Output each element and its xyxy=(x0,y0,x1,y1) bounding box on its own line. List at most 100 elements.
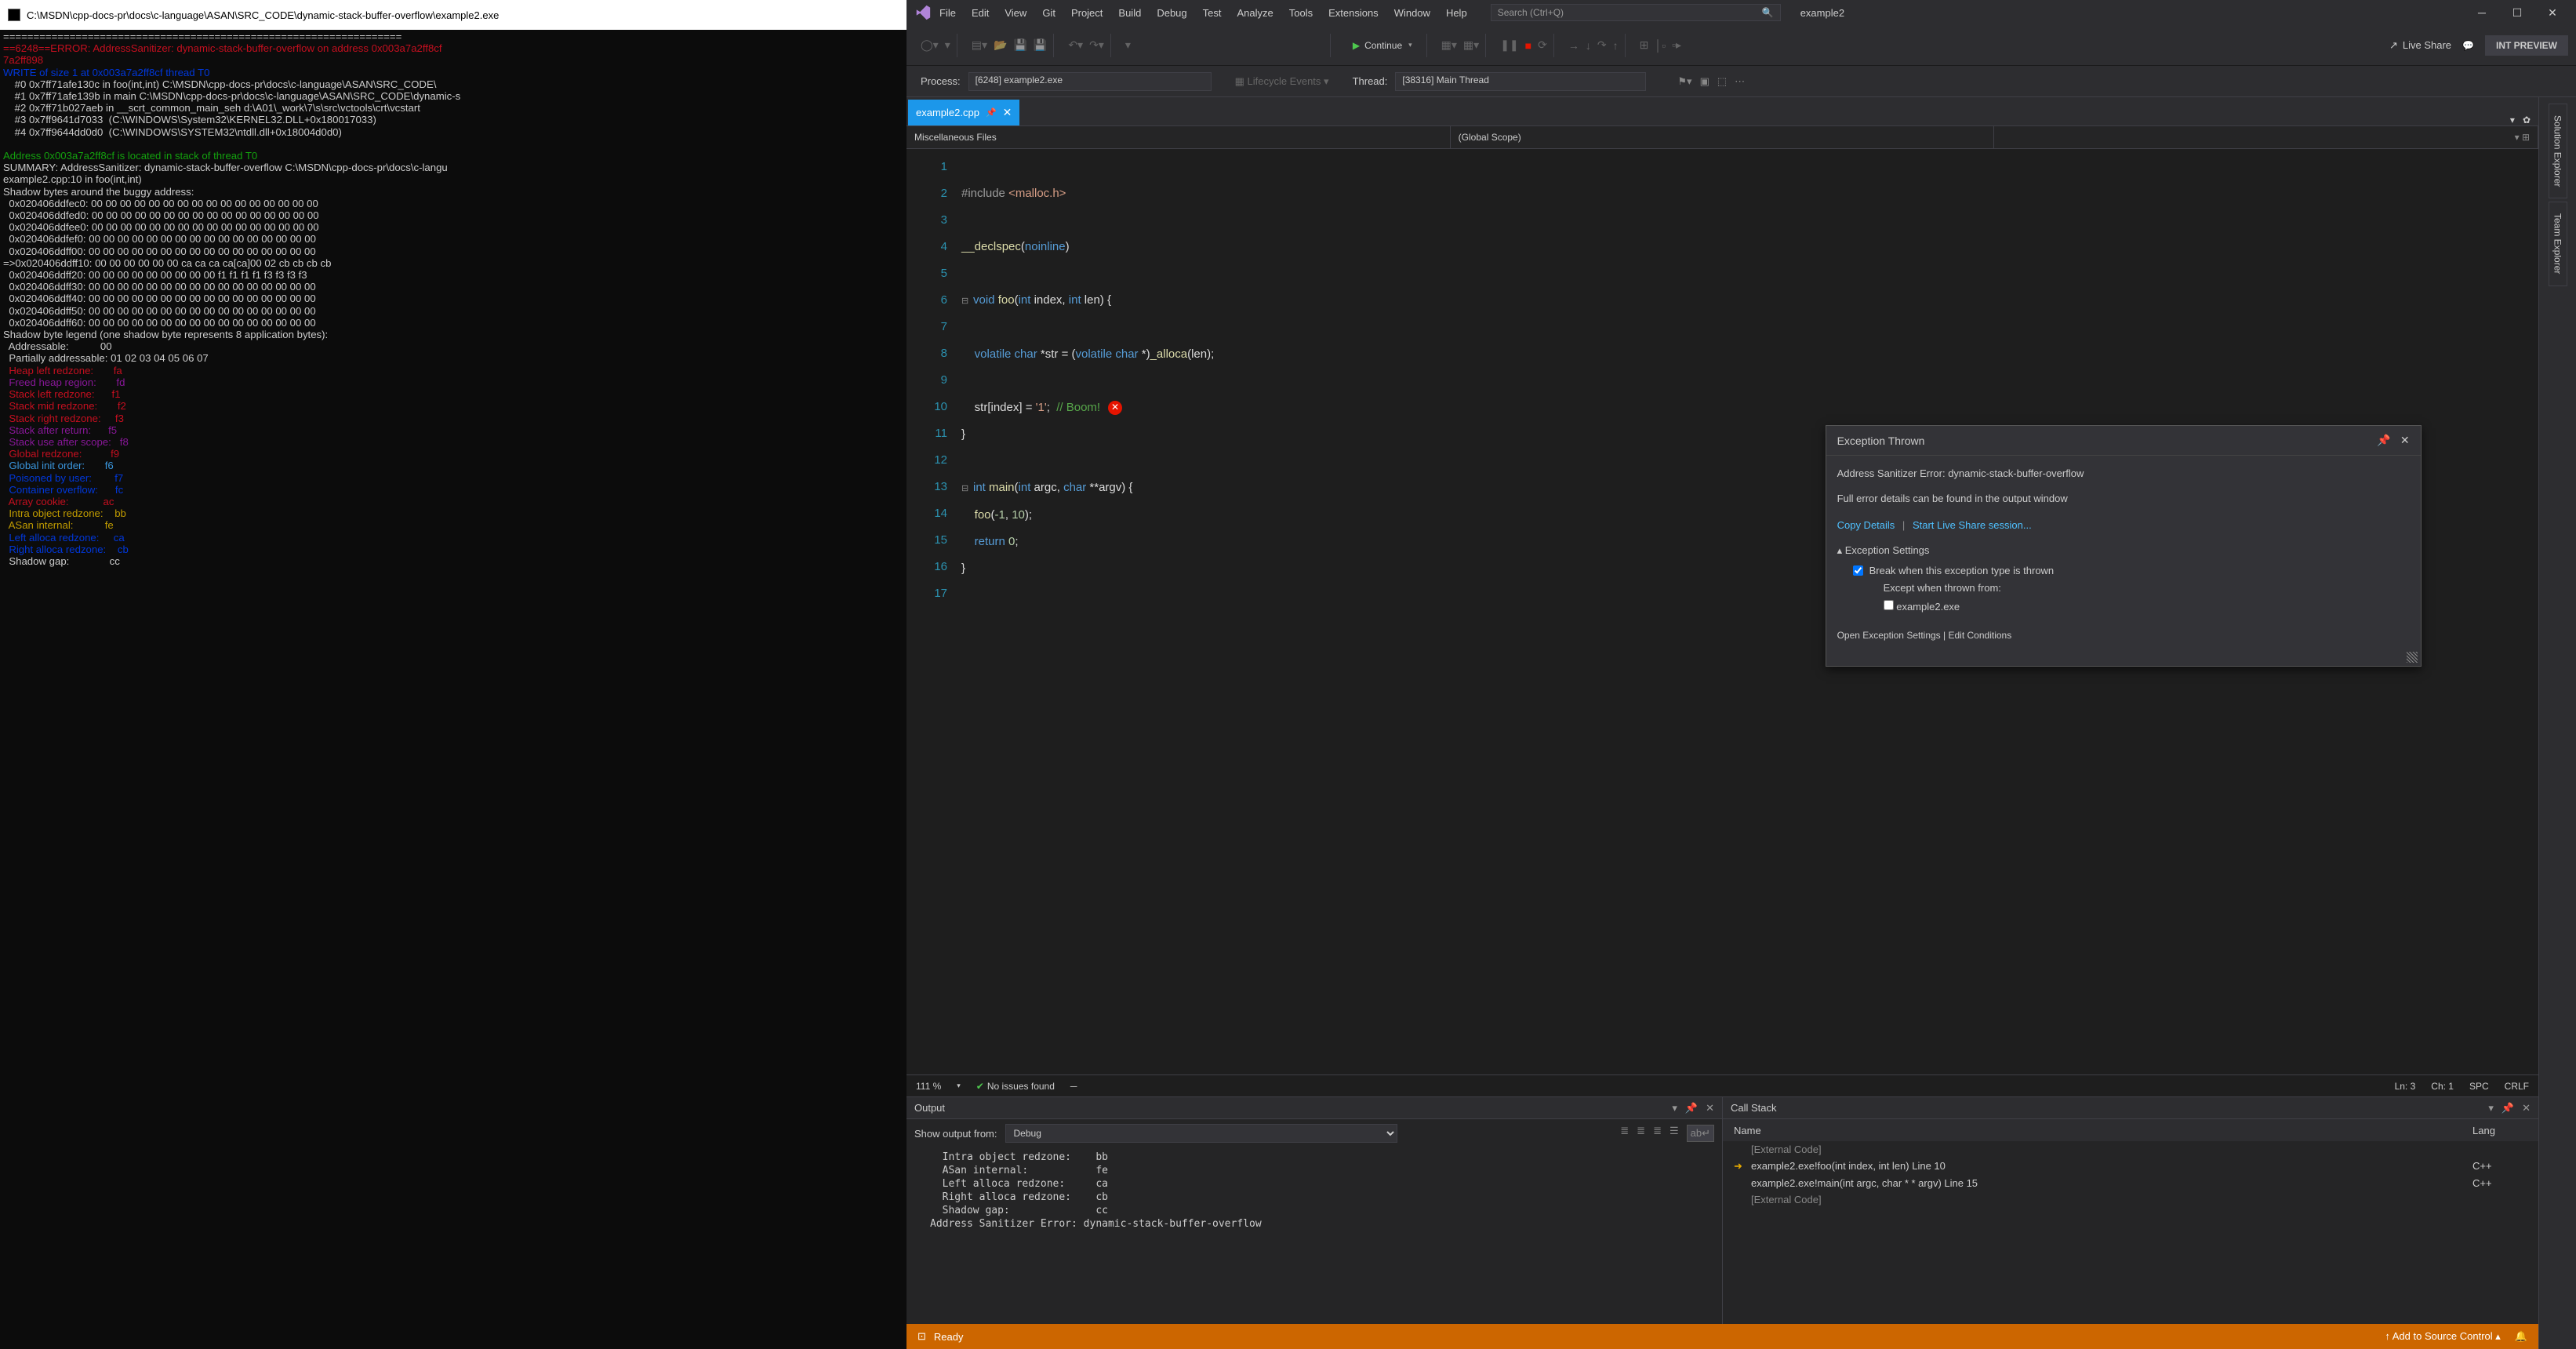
lineending-indicator: CRLF xyxy=(2505,1081,2529,1092)
open-icon[interactable]: 📂 xyxy=(994,38,1007,52)
exception-settings-header[interactable]: ▴ Exception Settings xyxy=(1837,542,2410,559)
pause-button[interactable]: ❚❚ xyxy=(1500,38,1518,52)
menu-window[interactable]: Window xyxy=(1394,7,1430,19)
out-tool-4[interactable]: ☰ xyxy=(1669,1125,1679,1142)
out-tool-3[interactable]: ≣ xyxy=(1653,1125,1662,1142)
save-all-icon[interactable]: 💾 xyxy=(1034,38,1047,52)
vs-statusbar: ⊡ Ready ↑ Add to Source Control ▴ 🔔 xyxy=(907,1324,2538,1349)
stop-button[interactable]: ■ xyxy=(1525,39,1531,52)
nav-member-dropdown[interactable]: ▾ ⊞ xyxy=(1994,126,2538,148)
debug-target-icon[interactable]: ▦▾ xyxy=(1441,38,1457,52)
source-control-button[interactable]: ↑ Add to Source Control ▴ xyxy=(2385,1330,2500,1343)
menu-help[interactable]: Help xyxy=(1446,7,1467,19)
menu-git[interactable]: Git xyxy=(1042,7,1055,19)
vs-search-box[interactable]: Search (Ctrl+Q) 🔍 xyxy=(1491,4,1781,21)
tab-settings-icon[interactable]: ✿ xyxy=(2523,115,2531,125)
tab-close-icon[interactable]: ✕ xyxy=(1003,106,1012,119)
tool-icon-1[interactable]: ⊞ xyxy=(1640,38,1649,52)
search-placeholder: Search (Ctrl+Q) xyxy=(1498,7,1564,18)
callstack-row[interactable]: example2.exe!main(int argc, char * * arg… xyxy=(1723,1175,2538,1191)
tool-icon-3[interactable]: ▫▸ xyxy=(1672,38,1681,52)
panel-dropdown-icon[interactable]: ▾ xyxy=(1672,1102,1677,1114)
copy-details-link[interactable]: Copy Details xyxy=(1837,519,1895,531)
cs-pin-icon[interactable]: 📌 xyxy=(2502,1102,2514,1114)
open-exception-settings-link[interactable]: Open Exception Settings xyxy=(1837,630,1941,641)
debug-windows-icon[interactable]: ▦▾ xyxy=(1463,38,1479,52)
cs-close-icon[interactable]: ✕ xyxy=(2522,1102,2531,1114)
solution-explorer-tab[interactable]: Solution Explorer xyxy=(2549,104,2567,198)
console-output: ========================================… xyxy=(0,30,907,1349)
menu-analyze[interactable]: Analyze xyxy=(1237,7,1273,19)
out-tool-1[interactable]: ≣ xyxy=(1620,1125,1629,1142)
menu-edit[interactable]: Edit xyxy=(972,7,989,19)
code-editor[interactable]: 1234567891011121314151617 #include <mall… xyxy=(907,149,2538,1074)
menu-file[interactable]: File xyxy=(939,7,956,19)
save-icon[interactable]: 💾 xyxy=(1013,38,1026,52)
cs-col-name: Name xyxy=(1734,1125,2472,1136)
callstack-row[interactable]: [External Code] xyxy=(1723,1191,2538,1208)
minimize-button[interactable]: ─ xyxy=(2474,6,2490,20)
menu-test[interactable]: Test xyxy=(1203,7,1222,19)
exception-pin-icon[interactable]: 📌 xyxy=(2377,434,2390,447)
nav-scope-dropdown[interactable]: (Global Scope) xyxy=(1451,126,1995,148)
resize-grip-icon[interactable] xyxy=(2407,652,2418,663)
flag-icon[interactable]: ⚑▾ xyxy=(1677,75,1691,88)
solution-name: example2 xyxy=(1800,7,1844,19)
zoom-level[interactable]: 111 % xyxy=(916,1081,941,1092)
panel-pin-icon[interactable]: 📌 xyxy=(1685,1102,1698,1114)
tab-example2[interactable]: example2.cpp 📌 ✕ xyxy=(908,100,1019,125)
config-dropdown[interactable]: ▾ xyxy=(1125,38,1131,52)
notifications-icon[interactable]: 🔔 xyxy=(2515,1330,2527,1343)
start-liveshare-link[interactable]: Start Live Share session... xyxy=(1913,519,2032,531)
menu-tools[interactable]: Tools xyxy=(1289,7,1313,19)
tab-dropdown-icon[interactable]: ▾ xyxy=(2510,115,2515,125)
maximize-button[interactable]: ☐ xyxy=(2509,6,2525,20)
output-source-dropdown[interactable]: Debug xyxy=(1005,1124,1397,1143)
stack-frame-icon[interactable]: ▣ xyxy=(1700,75,1709,88)
lifecycle-events-button[interactable]: ▦ Lifecycle Events ▾ xyxy=(1235,75,1329,88)
callstack-row[interactable]: [External Code] xyxy=(1723,1141,2538,1158)
step-out-icon[interactable]: ↑ xyxy=(1613,39,1619,52)
feedback-icon[interactable]: 💬 xyxy=(2462,40,2474,51)
panel-close-icon[interactable]: ✕ xyxy=(1706,1102,1714,1114)
callstack-body[interactable]: [External Code]➜example2.exe!foo(int ind… xyxy=(1723,1141,2538,1324)
step-into-icon[interactable]: ↓ xyxy=(1586,39,1591,52)
continue-button[interactable]: ▶ Continue ▾ xyxy=(1345,38,1420,53)
side-tool-tabs: Solution Explorer Team Explorer xyxy=(2538,97,2576,1349)
check-icon: ✔ xyxy=(976,1081,984,1092)
callstack-row[interactable]: ➜example2.exe!foo(int index, int len) Li… xyxy=(1723,1158,2538,1175)
lower-panels: Output ▾ 📌 ✕ Show output from: Debug ≣ ≣ xyxy=(907,1096,2538,1324)
break-checkbox[interactable] xyxy=(1853,565,1863,576)
team-explorer-tab[interactable]: Team Explorer xyxy=(2549,202,2567,285)
exception-close-icon[interactable]: ✕ xyxy=(2400,434,2410,447)
menu-debug[interactable]: Debug xyxy=(1157,7,1186,19)
show-next-icon[interactable]: → xyxy=(1568,39,1579,52)
tool-icon-2[interactable]: │▫ xyxy=(1655,39,1666,52)
step-over-icon[interactable]: ↷ xyxy=(1597,38,1607,52)
menu-view[interactable]: View xyxy=(1005,7,1026,19)
nav-back-icon[interactable]: ◯▾ xyxy=(921,38,939,52)
process-dropdown[interactable]: [6248] example2.exe xyxy=(968,72,1212,91)
close-button[interactable]: ✕ xyxy=(2545,6,2560,20)
nav-fwd-icon[interactable]: ▾ xyxy=(945,38,950,52)
redo-icon[interactable]: ↷▾ xyxy=(1089,38,1104,52)
live-share-button[interactable]: ↗ Live Share xyxy=(2389,39,2451,52)
edit-conditions-link[interactable]: Edit Conditions xyxy=(1949,630,2012,641)
out-tool-5[interactable]: ab↵ xyxy=(1687,1125,1714,1142)
output-body[interactable]: Intra object redzone: bb ASan internal: … xyxy=(907,1147,1722,1324)
cs-dropdown-icon[interactable]: ▾ xyxy=(2488,1102,2494,1114)
more-icon[interactable]: ⋯ xyxy=(1735,75,1745,88)
restart-button[interactable]: ⟳ xyxy=(1538,38,1547,52)
menu-extensions[interactable]: Extensions xyxy=(1328,7,1379,19)
pin-icon[interactable]: 📌 xyxy=(986,107,997,118)
thread-dropdown[interactable]: [38316] Main Thread xyxy=(1395,72,1646,91)
thread-icon[interactable]: ⬚ xyxy=(1717,75,1727,88)
out-tool-2[interactable]: ≣ xyxy=(1637,1125,1645,1142)
menu-build[interactable]: Build xyxy=(1118,7,1141,19)
window-buttons: ─ ☐ ✕ xyxy=(2466,6,2568,20)
menu-project[interactable]: Project xyxy=(1071,7,1103,19)
undo-icon[interactable]: ↶▾ xyxy=(1068,38,1083,52)
nav-project-dropdown[interactable]: Miscellaneous Files xyxy=(907,126,1451,148)
new-icon[interactable]: ▤▾ xyxy=(972,38,987,52)
except-item-checkbox[interactable] xyxy=(1884,600,1894,610)
